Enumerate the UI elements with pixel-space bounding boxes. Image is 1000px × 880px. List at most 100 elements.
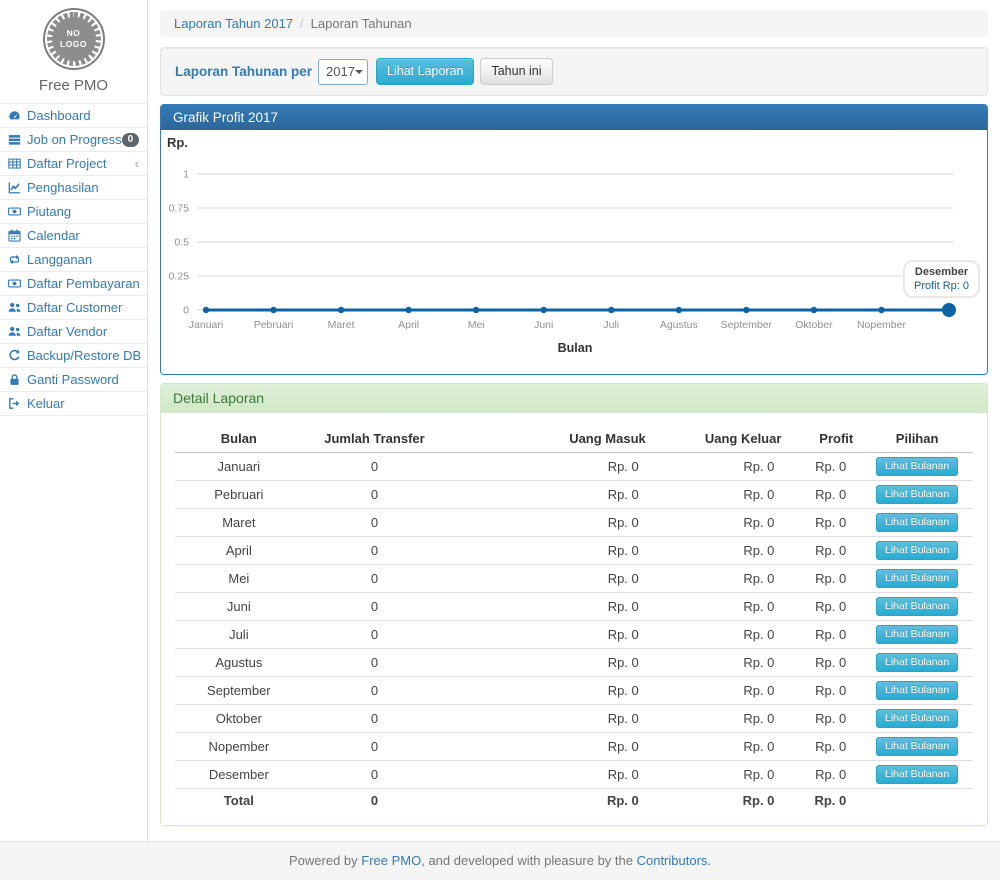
lihat-bulanan-button[interactable]: Lihat Bulanan — [876, 485, 958, 504]
breadcrumb: Laporan Tahun 2017 / Laporan Tahunan — [160, 10, 988, 37]
data-point[interactable] — [811, 307, 817, 313]
cell-uang-masuk: Rp. 0 — [446, 565, 653, 593]
lihat-bulanan-button[interactable]: Lihat Bulanan — [876, 709, 958, 728]
table-row: September 0 Rp. 0 Rp. 0 Rp. 0 Lihat Bula… — [175, 677, 973, 705]
tahun-ini-button[interactable]: Tahun ini — [480, 58, 552, 85]
table-icon — [8, 157, 23, 170]
sidebar-item[interactable]: Backup/Restore DB — [0, 344, 147, 368]
data-point[interactable] — [203, 307, 209, 313]
cell-profit: Rp. 0 — [789, 509, 861, 537]
sidebar-item[interactable]: Dashboard — [0, 104, 147, 128]
cell-profit: Rp. 0 — [789, 481, 861, 509]
sidebar-item[interactable]: Calendar — [0, 224, 147, 248]
cell-uang-masuk: Rp. 0 — [446, 705, 653, 733]
logo-text: NO LOGO — [52, 17, 96, 61]
sidebar-item[interactable]: Daftar Customer — [0, 296, 147, 320]
lihat-bulanan-button[interactable]: Lihat Bulanan — [876, 541, 958, 560]
lihat-bulanan-button[interactable]: Lihat Bulanan — [876, 597, 958, 616]
data-point[interactable] — [878, 307, 884, 313]
sidebar-item[interactable]: Daftar Pembayaran — [0, 272, 147, 296]
breadcrumb-separator: / — [300, 16, 304, 31]
data-point[interactable] — [473, 307, 479, 313]
data-point[interactable] — [270, 307, 276, 313]
sidebar-item[interactable]: Penghasilan — [0, 176, 147, 200]
sidebar-item-label: Dashboard — [27, 107, 91, 124]
chart-canvas: Rp.00.250.50.751JanuariPebruariMaretApri… — [161, 130, 987, 373]
column-header-profit: Profit — [789, 425, 861, 453]
data-point[interactable] — [676, 307, 682, 313]
contributors-link[interactable]: Contributors. — [637, 853, 711, 868]
sign-out-icon — [8, 397, 23, 410]
cell-uang-masuk: Rp. 0 — [446, 537, 653, 565]
logo-gear-icon: NO LOGO — [47, 12, 101, 66]
column-header-uang-keluar: Uang Keluar — [654, 425, 790, 453]
cell-transfer: 0 — [303, 677, 447, 705]
svg-text:September: September — [721, 319, 773, 331]
sidebar-item-label: Ganti Password — [27, 371, 119, 388]
lihat-bulanan-button[interactable]: Lihat Bulanan — [876, 569, 958, 588]
total-uang-keluar: Rp. 0 — [654, 789, 790, 813]
data-point[interactable] — [338, 307, 344, 313]
data-point[interactable] — [942, 303, 956, 317]
cell-transfer: 0 — [303, 649, 447, 677]
column-header-jumlah-transfer: Jumlah Transfer — [303, 425, 447, 453]
cell-transfer: 0 — [303, 565, 447, 593]
lihat-bulanan-button[interactable]: Lihat Bulanan — [876, 625, 958, 644]
sidebar-item-label: Daftar Pembayaran — [27, 275, 140, 292]
table-row: Januari 0 Rp. 0 Rp. 0 Rp. 0 Lihat Bulana… — [175, 453, 973, 481]
cell-uang-keluar: Rp. 0 — [654, 509, 790, 537]
year-select-value: 2017 — [326, 64, 355, 79]
cell-uang-masuk: Rp. 0 — [446, 509, 653, 537]
data-point[interactable] — [405, 307, 411, 313]
profit-chart-panel: Grafik Profit 2017 Rp.00.250.50.751Janua… — [160, 104, 988, 375]
table-row: Nopember 0 Rp. 0 Rp. 0 Rp. 0 Lihat Bulan… — [175, 733, 973, 761]
lihat-bulanan-button[interactable]: Lihat Bulanan — [876, 681, 958, 700]
sidebar-item[interactable]: Keluar — [0, 392, 147, 416]
cell-uang-keluar: Rp. 0 — [654, 733, 790, 761]
chevron-left-icon: ‹ — [135, 158, 139, 170]
sidebar-item[interactable]: Daftar Vendor — [0, 320, 147, 344]
cell-month: Juni — [175, 593, 303, 621]
cell-uang-masuk: Rp. 0 — [446, 593, 653, 621]
sidebar-item-label: Job on Progress — [27, 131, 122, 148]
year-select[interactable]: 2017 — [318, 59, 368, 85]
lihat-bulanan-button[interactable]: Lihat Bulanan — [876, 513, 958, 532]
cell-uang-keluar: Rp. 0 — [654, 677, 790, 705]
free-pmo-link[interactable]: Free PMO — [361, 853, 421, 868]
sidebar-item-label: Daftar Vendor — [27, 323, 107, 340]
sidebar-item[interactable]: Ganti Password — [0, 368, 147, 392]
lihat-laporan-button[interactable]: Lihat Laporan — [376, 58, 474, 85]
lihat-bulanan-button[interactable]: Lihat Bulanan — [876, 737, 958, 756]
sidebar-item[interactable]: Job on Progress 0 — [0, 128, 147, 152]
cell-uang-keluar: Rp. 0 — [654, 453, 790, 481]
cell-profit: Rp. 0 — [789, 593, 861, 621]
table-row: Desember 0 Rp. 0 Rp. 0 Rp. 0 Lihat Bulan… — [175, 761, 973, 789]
data-point[interactable] — [541, 307, 547, 313]
lihat-bulanan-button[interactable]: Lihat Bulanan — [876, 457, 958, 476]
data-point[interactable] — [743, 307, 749, 313]
cell-transfer: 0 — [303, 761, 447, 789]
cell-uang-keluar: Rp. 0 — [654, 593, 790, 621]
sidebar-item[interactable]: Langganan — [0, 248, 147, 272]
sidebar-item-label: Daftar Project — [27, 155, 106, 172]
cell-profit: Rp. 0 — [789, 705, 861, 733]
column-header-uang-masuk: Uang Masuk — [446, 425, 653, 453]
lihat-bulanan-button[interactable]: Lihat Bulanan — [876, 765, 958, 784]
svg-text:Juni: Juni — [534, 319, 553, 331]
cell-profit: Rp. 0 — [789, 453, 861, 481]
svg-text:April: April — [398, 319, 419, 331]
lihat-bulanan-button[interactable]: Lihat Bulanan — [876, 653, 958, 672]
cell-month: September — [175, 677, 303, 705]
users-icon — [8, 325, 23, 338]
breadcrumb-link[interactable]: Laporan Tahun 2017 — [174, 16, 293, 31]
app-window: NO LOGO Free PMO Dashboard Job on Progre… — [0, 0, 1000, 841]
cell-month: Juli — [175, 621, 303, 649]
sidebar-item[interactable]: Daftar Project ‹ — [0, 152, 147, 176]
cell-profit: Rp. 0 — [789, 621, 861, 649]
report-filter-bar: Laporan Tahunan per 2017 Lihat Laporan T… — [160, 47, 988, 96]
sidebar-item[interactable]: Piutang — [0, 200, 147, 224]
users-icon — [8, 301, 23, 314]
cell-month: Maret — [175, 509, 303, 537]
data-point[interactable] — [608, 307, 614, 313]
sidebar-item-label: Piutang — [27, 203, 71, 220]
